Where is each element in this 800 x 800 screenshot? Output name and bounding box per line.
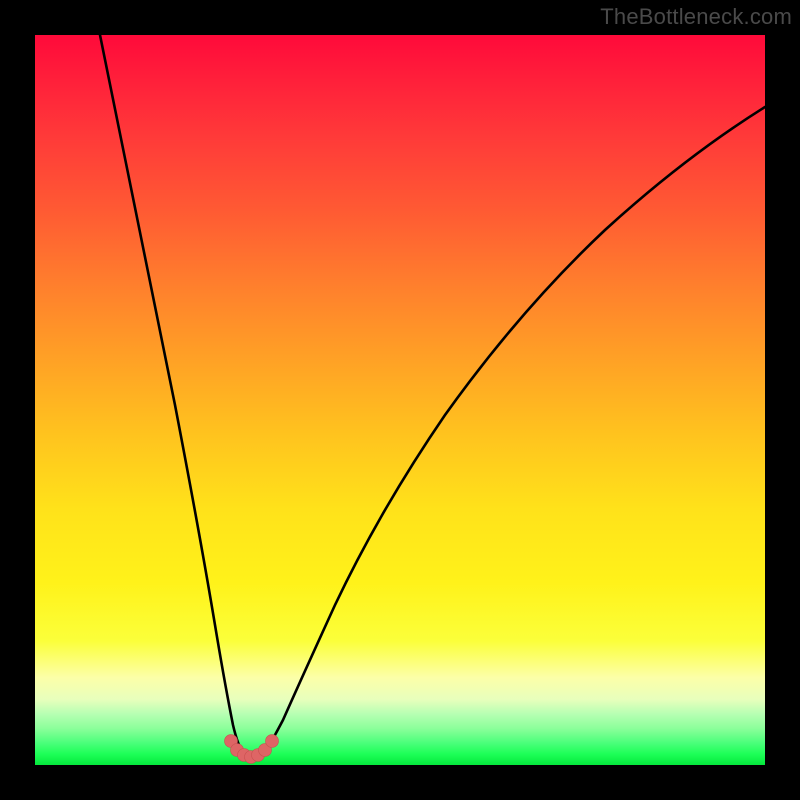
valley-markers-group — [225, 735, 279, 764]
valley-marker — [266, 735, 279, 748]
curve-layer — [35, 35, 765, 765]
chart-frame: TheBottleneck.com — [0, 0, 800, 800]
plot-area — [35, 35, 765, 765]
curve-right-branch — [267, 107, 765, 749]
curve-left-branch — [100, 35, 241, 749]
watermark-text: TheBottleneck.com — [600, 4, 792, 30]
